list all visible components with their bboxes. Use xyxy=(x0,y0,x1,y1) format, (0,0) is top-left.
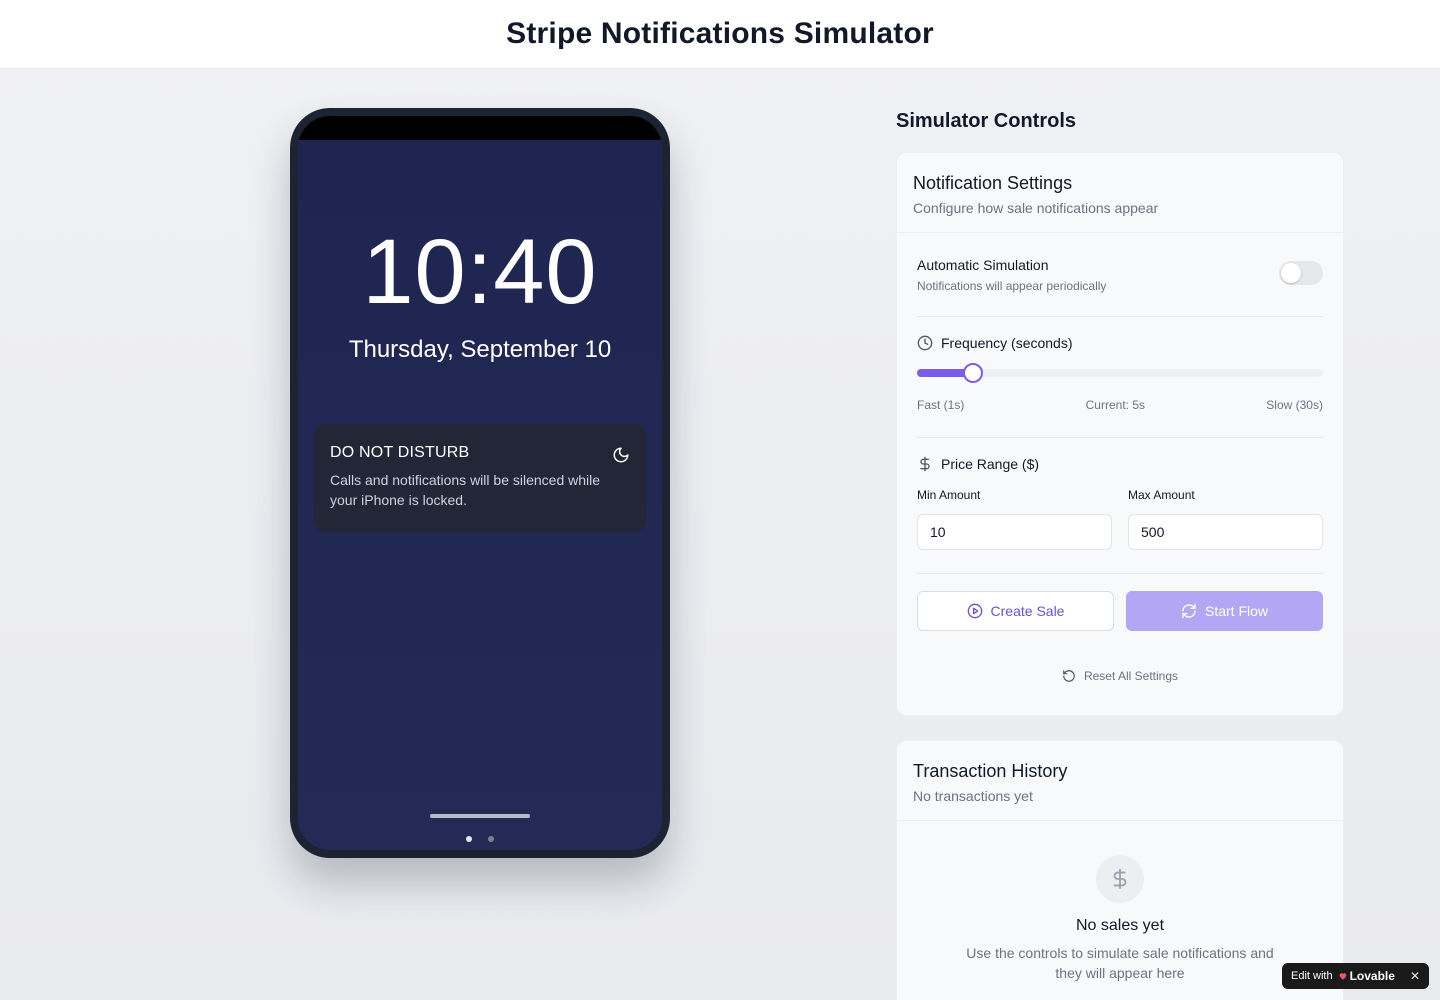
toggle-knob xyxy=(1281,263,1301,283)
automatic-simulation-row: Automatic Simulation Notifications will … xyxy=(917,257,1323,293)
slider-thumb[interactable] xyxy=(963,363,983,383)
divider xyxy=(917,573,1323,574)
clock-icon xyxy=(917,335,933,351)
home-indicator xyxy=(430,814,530,818)
empty-state-text: Use the controls to simulate sale notifi… xyxy=(966,945,1274,981)
card-subtitle: Configure how sale notifications appear xyxy=(913,200,1159,216)
frequency-label: Frequency (seconds) xyxy=(917,335,1073,351)
min-amount-label: Min Amount xyxy=(917,488,981,502)
price-range-label: Price Range ($) xyxy=(917,456,1039,472)
badge-prefix: Edit with xyxy=(1291,970,1333,982)
lovable-brand: Lovable xyxy=(1349,969,1395,983)
controls-title: Simulator Controls xyxy=(896,110,1077,132)
price-range-label-text: Price Range ($) xyxy=(941,456,1040,472)
edit-with-lovable-badge[interactable]: Edit with Lovable ✕ xyxy=(1282,963,1429,989)
page-title: Stripe Notifications Simulator xyxy=(506,17,934,50)
moon-icon xyxy=(613,447,629,463)
reset-label: Reset All Settings xyxy=(1083,669,1179,683)
divider xyxy=(917,437,1323,438)
frequency-label-text: Frequency (seconds) xyxy=(941,335,1073,351)
dnd-text: Calls and notifications will be silenced… xyxy=(330,472,601,508)
create-sale-button[interactable]: Create Sale xyxy=(917,591,1114,631)
card-header: Transaction History No transactions yet xyxy=(897,741,1343,821)
lock-screen-date: Thursday, September 10 xyxy=(348,336,612,363)
card-title: Transaction History xyxy=(913,761,1068,781)
create-sale-label: Create Sale xyxy=(990,603,1065,619)
divider xyxy=(917,316,1323,317)
max-amount-label: Max Amount xyxy=(1128,488,1195,502)
frequency-slider[interactable] xyxy=(917,363,1323,383)
slider-current-label: Current: 5s xyxy=(1085,398,1145,412)
start-flow-label: Start Flow xyxy=(1204,603,1268,619)
automatic-simulation-toggle[interactable] xyxy=(1279,261,1323,285)
auto-title: Automatic Simulation xyxy=(917,257,1049,273)
reset-all-settings-button[interactable]: Reset All Settings xyxy=(897,669,1343,683)
heart-icon xyxy=(1339,973,1346,980)
top-bar: Stripe Notifications Simulator xyxy=(0,0,1440,69)
phone-notch xyxy=(298,116,662,140)
lock-screen-time: 10:40 xyxy=(362,221,598,323)
transaction-history-card: Transaction History No transactions yet … xyxy=(896,740,1344,1000)
phone-mockup: 10:40 Thursday, September 10 DO NOT DIST… xyxy=(290,108,670,858)
card-title: Notification Settings xyxy=(913,173,1073,193)
notification-settings-card: Notification Settings Configure how sale… xyxy=(896,152,1344,716)
dollar-icon xyxy=(920,456,930,472)
slider-labels: Fast (1s) Current: 5s Slow (30s) xyxy=(917,398,1323,412)
page-dot-active[interactable] xyxy=(466,836,472,842)
page-dot[interactable] xyxy=(488,836,494,842)
slider-slow-label: Slow (30s) xyxy=(1266,398,1323,412)
min-amount-input[interactable] xyxy=(917,514,1112,550)
phone-screen: 10:40 Thursday, September 10 DO NOT DIST… xyxy=(298,116,662,850)
rotate-ccw-icon xyxy=(1063,670,1075,682)
close-icon[interactable]: ✕ xyxy=(1410,969,1420,983)
empty-state-icon xyxy=(1096,855,1144,903)
lovable-logo: Lovable xyxy=(1338,969,1395,983)
do-not-disturb-card: DO NOT DISTURB Calls and notifications w… xyxy=(314,424,646,532)
card-header: Notification Settings Configure how sale… xyxy=(897,153,1343,233)
refresh-icon xyxy=(1182,603,1196,619)
card-subtitle: No transactions yet xyxy=(913,788,1033,804)
dnd-title: DO NOT DISTURB xyxy=(330,444,470,461)
empty-state-title: No sales yet xyxy=(1075,917,1165,934)
play-circle-icon xyxy=(967,603,982,619)
slider-fast-label: Fast (1s) xyxy=(917,398,965,412)
dollar-icon xyxy=(1113,868,1127,890)
auto-subtitle: Notifications will appear periodically xyxy=(917,279,1107,293)
max-amount-input[interactable] xyxy=(1128,514,1323,550)
start-flow-button[interactable]: Start Flow xyxy=(1126,591,1323,631)
